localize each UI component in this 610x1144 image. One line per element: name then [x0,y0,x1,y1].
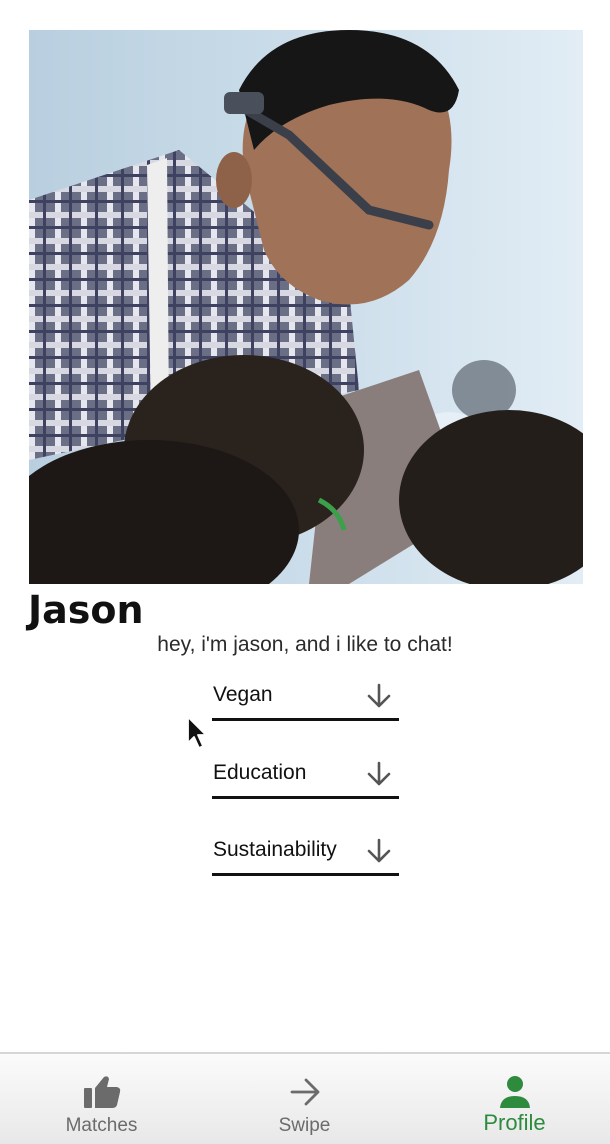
person-icon [499,1076,530,1108]
nav-item-matches[interactable]: Matches [0,1054,203,1144]
interest-label: Vegan [213,683,273,706]
arrow-down-icon [367,761,391,786]
nav-item-swipe[interactable]: Swipe [203,1054,406,1144]
arrow-right-icon [290,1078,319,1106]
arrow-down-icon [367,838,391,863]
interest-dropdown-education[interactable]: Education [212,752,399,799]
profile-name: Jason [28,588,144,632]
nav-label: Profile [483,1110,546,1135]
mouse-cursor-icon [187,716,207,749]
profile-photo [29,30,583,584]
nav-item-profile[interactable]: Profile [413,1054,610,1144]
bottom-navigation: Matches Swipe Profile [0,1052,610,1144]
interest-dropdown-vegan[interactable]: Vegan [212,674,399,721]
profile-bio: hey, i'm jason, and i like to chat! [157,633,453,656]
thumbs-up-icon [83,1076,120,1108]
interest-label: Sustainability [213,838,337,861]
arrow-down-icon [367,683,391,708]
nav-label: Swipe [278,1115,331,1136]
interest-dropdown-sustainability[interactable]: Sustainability [212,829,399,876]
interest-label: Education [213,761,307,784]
nav-label: Matches [65,1115,138,1136]
profile-screen: Jason hey, i'm jason, and i like to chat… [0,0,610,1144]
